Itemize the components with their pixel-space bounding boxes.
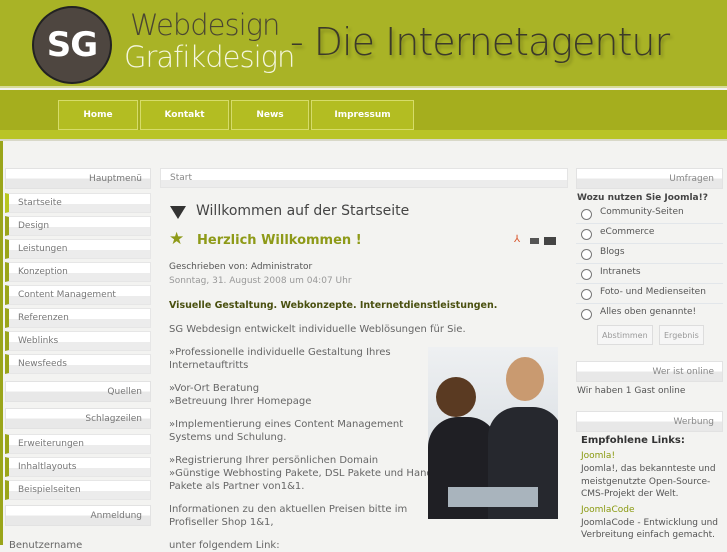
nav-home[interactable]: Home xyxy=(58,100,138,130)
poll-option[interactable]: eCommerce xyxy=(576,224,723,244)
poll-option-label: eCommerce xyxy=(600,227,655,237)
schlagzeilen-header: Schlagzeilen xyxy=(5,408,151,429)
nav-impressum[interactable]: Impressum xyxy=(311,100,414,130)
logo-line2: Grafikdesign xyxy=(124,40,295,74)
radio-icon[interactable] xyxy=(581,229,592,240)
site-header: SG Webdesign Grafikdesign - Die Internet… xyxy=(0,0,727,88)
poll-question: Wozu nutzen Sie Joomla!? xyxy=(577,193,708,203)
umfragen-header: Umfragen xyxy=(576,168,723,189)
paragraph: »Betreuung Ihrer Homepage xyxy=(169,396,312,407)
links-title: Empfohlene Links: xyxy=(581,435,685,446)
triangle-icon xyxy=(170,206,186,219)
paragraph: »Vor-Ort Beratung xyxy=(169,383,260,394)
link-joomla[interactable]: Joomla! xyxy=(581,451,615,461)
paragraph: Pakete als Partner von1&1. xyxy=(169,481,305,492)
poll-option-label: Foto- und Medienseiten xyxy=(600,287,706,297)
quellen-header: Quellen xyxy=(5,381,151,402)
logo-line1: Webdesign xyxy=(130,8,280,42)
logo[interactable]: SG xyxy=(32,6,112,84)
menu-item-beispielseiten[interactable]: Beispielseiten xyxy=(5,480,151,500)
page-title: Willkommen auf der Startseite xyxy=(196,203,410,219)
paragraph: »Implementierung eines Content Managemen… xyxy=(169,419,404,430)
link-joomlacode[interactable]: JoomlaCode xyxy=(581,505,635,515)
vote-button[interactable]: Abstimmen xyxy=(597,325,653,345)
paragraph: SG Webdesign entwickelt individuelle Web… xyxy=(169,324,466,335)
menu-item-erweiterungen[interactable]: Erweiterungen xyxy=(5,434,151,454)
radio-icon[interactable] xyxy=(581,309,592,320)
online-header: Wer ist online xyxy=(576,361,723,382)
username-label: Benutzername xyxy=(9,540,83,551)
paragraph: »Registrierung Ihrer persönlichen Domain xyxy=(169,455,379,466)
online-text: Wir haben 1 Gast online xyxy=(577,386,686,396)
link-desc: JoomlaCode - Entwicklung und xyxy=(581,518,719,528)
nav-strip xyxy=(0,130,727,141)
paragraph: »Günstige Webhosting Pakete, DSL Pakete … xyxy=(169,468,439,479)
poll-option[interactable]: Intranets xyxy=(576,264,723,284)
results-button[interactable]: Ergebnis xyxy=(659,325,704,345)
menu-item-referenzen[interactable]: Referenzen xyxy=(5,308,151,328)
menu-item-design[interactable]: Design xyxy=(5,216,151,236)
article-date: Sonntag, 31. August 2008 um 04:07 Uhr xyxy=(169,276,352,286)
breadcrumb[interactable]: Start xyxy=(160,168,568,188)
link-desc: Joomla!, das bekannteste und xyxy=(581,464,716,474)
paragraph: Profiseller Shop 1&1, xyxy=(169,517,274,528)
paragraph: »Professionelle individuelle Gestaltung … xyxy=(169,347,391,358)
business-people-photo xyxy=(428,347,558,519)
poll-option[interactable]: Foto- und Medienseiten xyxy=(576,284,723,304)
menu-item-startseite[interactable]: Startseite xyxy=(5,193,151,213)
link-desc: CMS-Projekt der Welt. xyxy=(581,489,679,499)
anmeldung-header: Anmeldung xyxy=(5,505,151,526)
star-icon: ★ xyxy=(169,229,185,249)
menu-item-inhaltlayouts[interactable]: Inhaltlayouts xyxy=(5,457,151,477)
radio-icon[interactable] xyxy=(581,289,592,300)
hauptmenu-header: Hauptmenü xyxy=(5,168,151,189)
nav-news[interactable]: News xyxy=(231,100,309,130)
poll-option-label: Blogs xyxy=(600,247,625,257)
menu-item-newsfeeds[interactable]: Newsfeeds xyxy=(5,354,151,374)
article-lead: Visuelle Gestaltung. Webkonzepte. Intern… xyxy=(169,300,498,311)
paragraph: Systems und Schulung. xyxy=(169,432,287,443)
poll-option-label: Alles oben genannte! xyxy=(600,307,697,317)
tagline: - Die Internetagentur xyxy=(290,20,670,64)
radio-icon[interactable] xyxy=(581,249,592,260)
poll-option[interactable]: Blogs xyxy=(576,244,723,264)
link-desc: Verbreitung einfach gemacht. xyxy=(581,530,715,540)
article-author: Geschrieben von: Administrator xyxy=(169,262,313,272)
radio-icon[interactable] xyxy=(581,209,592,220)
pdf-icon[interactable]: ⅄ xyxy=(514,234,520,245)
article-title[interactable]: Herzlich Willkommen ! xyxy=(197,233,362,248)
link-desc: meistgenutzte Open-Source- xyxy=(581,477,711,487)
menu-item-content-management[interactable]: Content Management xyxy=(5,285,151,305)
poll-option[interactable]: Community-Seiten xyxy=(576,204,723,224)
left-accent-bar xyxy=(0,141,3,545)
menu-item-konzeption[interactable]: Konzeption xyxy=(5,262,151,282)
print-icon[interactable] xyxy=(530,238,539,244)
top-nav: Home Kontakt News Impressum xyxy=(58,100,416,130)
paragraph: unter folgendem Link: xyxy=(169,540,280,551)
radio-icon[interactable] xyxy=(581,269,592,280)
paragraph: Informationen zu den aktuellen Preisen b… xyxy=(169,504,408,515)
werbung-header: Werbung xyxy=(576,411,723,432)
menu-item-leistungen[interactable]: Leistungen xyxy=(5,239,151,259)
poll-option-label: Community-Seiten xyxy=(600,207,684,217)
poll-option-label: Intranets xyxy=(600,267,641,277)
menu-item-weblinks[interactable]: Weblinks xyxy=(5,331,151,351)
nav-kontakt[interactable]: Kontakt xyxy=(140,100,229,130)
email-icon[interactable] xyxy=(544,237,556,245)
poll-option[interactable]: Alles oben genannte! xyxy=(576,304,723,324)
paragraph: Internetauftritts xyxy=(169,360,249,371)
